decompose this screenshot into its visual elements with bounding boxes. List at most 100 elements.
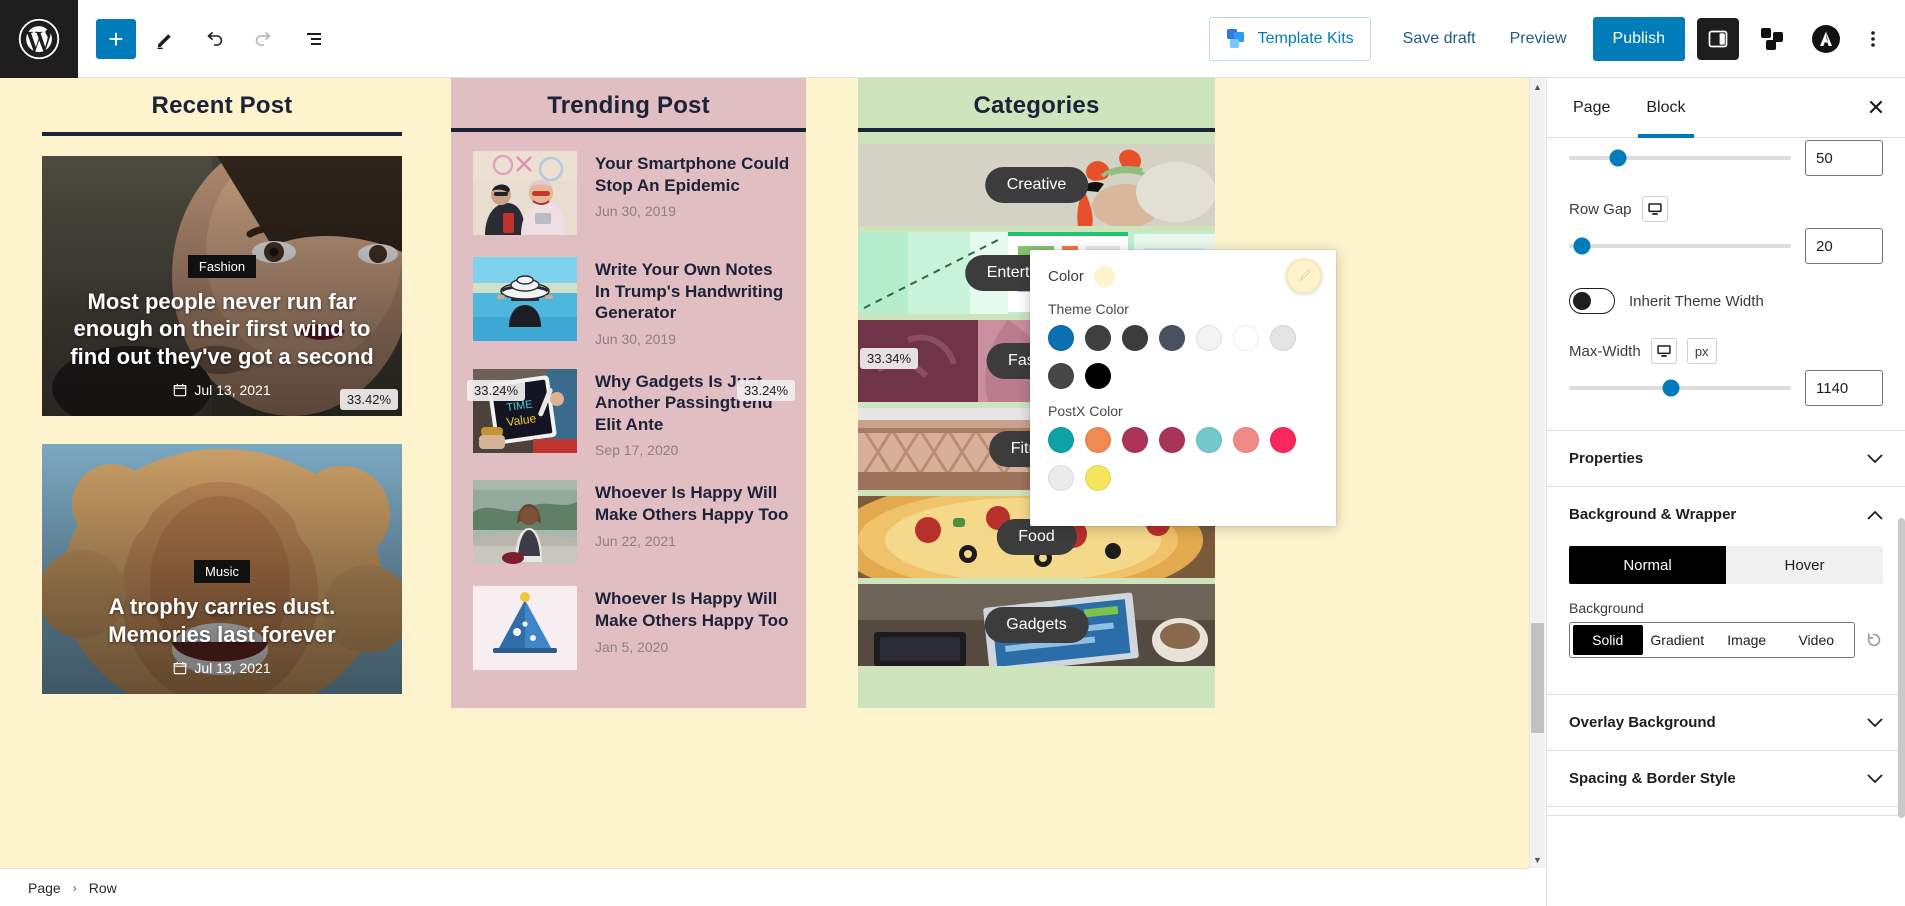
slider-knob[interactable] bbox=[1573, 237, 1591, 255]
list-item[interactable]: Write Your Own Notes In Trump's Handwrit… bbox=[473, 246, 790, 358]
post-title[interactable]: Your Smartphone Could Stop An Epidemic bbox=[595, 153, 790, 196]
post-title[interactable]: Write Your Own Notes In Trump's Handwrit… bbox=[595, 259, 790, 324]
post-card[interactable]: Fashion Most people never run far enough… bbox=[42, 156, 402, 416]
bgtype-gradient[interactable]: Gradient bbox=[1643, 625, 1713, 655]
bgtype-solid[interactable]: Solid bbox=[1573, 625, 1643, 655]
add-block-button[interactable]: + bbox=[96, 18, 136, 59]
list-item[interactable]: Your Smartphone Could Stop An Epidemic J… bbox=[473, 140, 790, 246]
desktop-icon[interactable] bbox=[1641, 196, 1668, 222]
category-chip[interactable]: Creative bbox=[984, 167, 1089, 203]
post-card[interactable]: Music A trophy carries dust. Memories la… bbox=[42, 444, 402, 694]
slider-track[interactable] bbox=[1569, 237, 1791, 255]
desktop-icon[interactable] bbox=[1650, 338, 1677, 364]
category-badge[interactable]: Fashion bbox=[187, 255, 257, 279]
save-draft-button[interactable]: Save draft bbox=[1387, 17, 1492, 61]
postx-color-swatches[interactable] bbox=[1048, 427, 1318, 491]
settings-sidebar-toggle-button[interactable] bbox=[1697, 17, 1739, 60]
trending-post-column[interactable]: Trending Post Your Smartphone Could Stop… bbox=[451, 78, 806, 708]
undo-icon[interactable] bbox=[192, 17, 236, 61]
scroll-up-arrow-icon[interactable]: ▲ bbox=[1530, 78, 1545, 95]
max-width-slider-row[interactable]: 1140 bbox=[1547, 366, 1905, 416]
theme-color-swatch-2[interactable] bbox=[1085, 325, 1111, 351]
inherit-theme-width-row[interactable]: Inherit Theme Width bbox=[1547, 274, 1905, 328]
blocks-icon[interactable] bbox=[1751, 18, 1793, 60]
state-tab-normal[interactable]: Normal bbox=[1569, 546, 1726, 584]
postx-color-swatch-5[interactable] bbox=[1196, 427, 1222, 453]
theme-color-swatch-4[interactable] bbox=[1159, 325, 1185, 351]
wordpress-logo-button[interactable] bbox=[0, 0, 78, 78]
theme-color-swatches[interactable] bbox=[1048, 325, 1318, 389]
slider-track[interactable] bbox=[1569, 149, 1791, 167]
post-title[interactable]: Whoever Is Happy Will Make Others Happy … bbox=[595, 482, 790, 525]
tools-pencil-icon[interactable] bbox=[142, 17, 186, 61]
list-item[interactable]: Whoever Is Happy Will Make Others Happy … bbox=[473, 575, 790, 681]
color-picker-popover[interactable]: Color Theme Color PostX Color bbox=[1030, 250, 1336, 526]
slider-knob[interactable] bbox=[1662, 379, 1680, 397]
theme-color-swatch-3[interactable] bbox=[1122, 325, 1148, 351]
close-icon[interactable]: ✕ bbox=[1855, 87, 1897, 129]
theme-color-swatch-1[interactable] bbox=[1048, 325, 1074, 351]
postx-color-swatch-4[interactable] bbox=[1159, 427, 1185, 453]
tab-block[interactable]: Block bbox=[1628, 78, 1703, 138]
reset-icon[interactable] bbox=[1865, 631, 1883, 649]
sidebar-scrollbar-thumb[interactable] bbox=[1898, 518, 1905, 818]
list-item[interactable]: TIME Value Why Gadgets Is Just Another P… bbox=[467, 358, 796, 470]
current-color-swatch[interactable] bbox=[1093, 266, 1115, 287]
inherit-theme-width-toggle[interactable] bbox=[1569, 288, 1615, 314]
panel-background-wrapper[interactable]: Background & Wrapper bbox=[1547, 486, 1905, 542]
theme-color-swatch-8[interactable] bbox=[1048, 363, 1074, 389]
theme-color-swatch-6[interactable] bbox=[1233, 325, 1259, 351]
top-slider-value[interactable]: 50 bbox=[1805, 140, 1883, 176]
postx-color-swatch-9[interactable] bbox=[1085, 465, 1111, 491]
postx-color-swatch-6[interactable] bbox=[1233, 427, 1259, 453]
redo-icon[interactable] bbox=[242, 17, 286, 61]
slider-track[interactable] bbox=[1569, 379, 1791, 397]
theme-color-swatch-5[interactable] bbox=[1196, 325, 1222, 351]
slider-knob[interactable] bbox=[1609, 149, 1627, 167]
panel-properties[interactable]: Properties bbox=[1547, 430, 1905, 486]
category-chip[interactable]: Gadgets bbox=[984, 607, 1089, 643]
recent-post-column[interactable]: Recent Post Fashion Most people never ru… bbox=[42, 78, 402, 694]
scroll-down-arrow-icon[interactable]: ▼ bbox=[1530, 851, 1545, 868]
color-picker-brush-icon[interactable] bbox=[1286, 258, 1322, 294]
category-badge[interactable]: Music bbox=[194, 560, 250, 584]
canvas-scrollbar[interactable]: ▲ ▼ bbox=[1529, 78, 1545, 868]
state-tabs[interactable]: Normal Hover bbox=[1569, 546, 1883, 584]
postx-color-swatch-3[interactable] bbox=[1122, 427, 1148, 453]
theme-color-swatch-7[interactable] bbox=[1270, 325, 1296, 351]
publish-button[interactable]: Publish bbox=[1592, 16, 1685, 61]
category-row[interactable]: Gadgets bbox=[858, 584, 1215, 666]
bgtype-video[interactable]: Video bbox=[1782, 625, 1852, 655]
breadcrumb-item-row[interactable]: Row bbox=[89, 880, 117, 896]
postx-color-swatch-2[interactable] bbox=[1085, 427, 1111, 453]
panel-overlay-background[interactable]: Overlay Background bbox=[1547, 694, 1905, 750]
max-width-value[interactable]: 1140 bbox=[1805, 370, 1883, 406]
top-slider-row[interactable]: 50 bbox=[1547, 138, 1905, 186]
postx-color-swatch-8[interactable] bbox=[1048, 465, 1074, 491]
list-item[interactable]: Whoever Is Happy Will Make Others Happy … bbox=[473, 469, 790, 575]
astra-avatar-icon[interactable] bbox=[1805, 18, 1847, 60]
post-title[interactable]: Most people never run far enough on thei… bbox=[56, 288, 388, 370]
post-title[interactable]: A trophy carries dust. Memories last for… bbox=[56, 593, 388, 648]
row-gap-slider-row[interactable]: 20 bbox=[1547, 224, 1905, 274]
list-view-icon[interactable] bbox=[292, 17, 336, 61]
state-tab-hover[interactable]: Hover bbox=[1726, 546, 1883, 584]
background-type-group[interactable]: Solid Gradient Image Video bbox=[1569, 622, 1855, 658]
more-options-icon[interactable] bbox=[1855, 17, 1891, 61]
postx-color-swatch-1[interactable] bbox=[1048, 427, 1074, 453]
category-row[interactable]: Creative bbox=[858, 144, 1215, 226]
panel-spacing-border-style[interactable]: Spacing & Border Style bbox=[1547, 750, 1905, 806]
preview-button[interactable]: Preview bbox=[1494, 17, 1583, 61]
panel-divider bbox=[1547, 806, 1905, 816]
row-gap-value[interactable]: 20 bbox=[1805, 228, 1883, 264]
tab-page[interactable]: Page bbox=[1555, 78, 1628, 138]
breadcrumb-item-page[interactable]: Page bbox=[28, 880, 61, 896]
post-title[interactable]: Whoever Is Happy Will Make Others Happy … bbox=[595, 588, 790, 631]
max-width-unit[interactable]: px bbox=[1686, 338, 1717, 364]
theme-color-swatch-9[interactable] bbox=[1085, 363, 1111, 389]
template-kits-button[interactable]: Template Kits bbox=[1208, 16, 1371, 61]
scrollbar-thumb[interactable] bbox=[1531, 623, 1544, 733]
bgtype-image[interactable]: Image bbox=[1712, 625, 1782, 655]
postx-color-swatch-7[interactable] bbox=[1270, 427, 1296, 453]
block-settings-sidebar[interactable]: Page Block ✕ 50 Row Gap 20 Inherit Theme… bbox=[1546, 78, 1905, 906]
